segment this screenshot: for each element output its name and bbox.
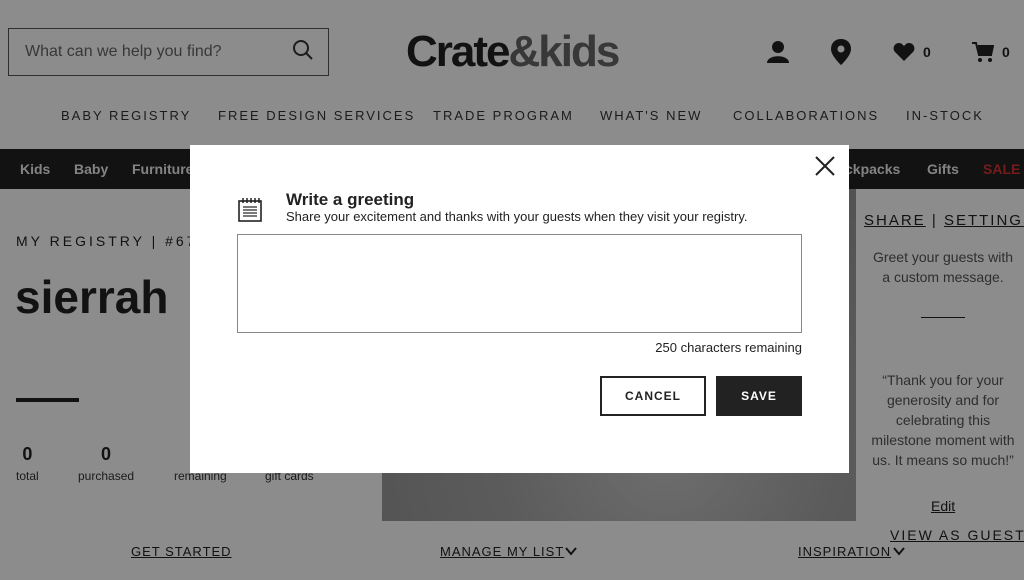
cancel-button[interactable]: CANCEL [600, 376, 706, 416]
greeting-modal: Write a greeting Share your excitement a… [190, 145, 849, 473]
modal-subtitle: Share your excitement and thanks with yo… [286, 209, 748, 224]
notepad-icon [238, 198, 262, 222]
save-button[interactable]: SAVE [716, 376, 802, 416]
characters-remaining: 250 characters remaining [655, 340, 802, 355]
close-icon[interactable] [812, 153, 838, 179]
greeting-textarea[interactable] [237, 234, 802, 333]
modal-title: Write a greeting [286, 190, 415, 209]
